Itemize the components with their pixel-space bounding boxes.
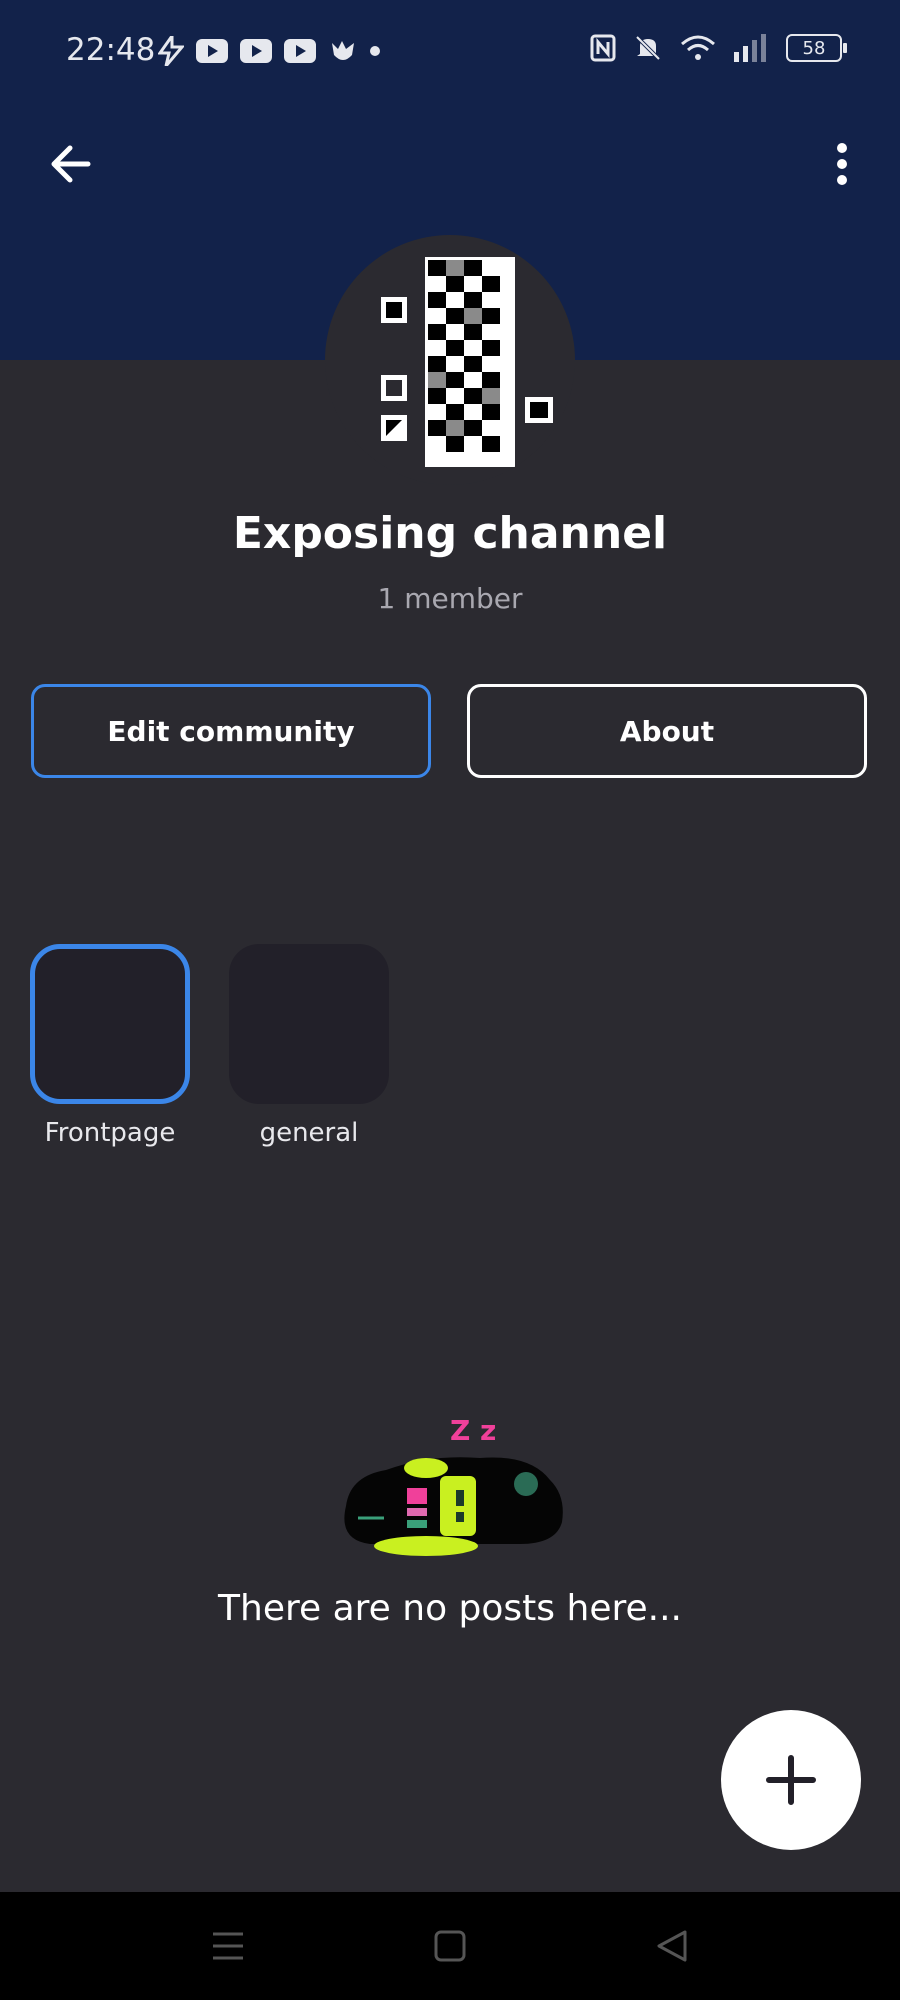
menu-icon bbox=[213, 1932, 243, 1960]
create-post-button[interactable] bbox=[721, 1710, 861, 1850]
dot-icon bbox=[370, 46, 380, 56]
home-button[interactable] bbox=[422, 1918, 478, 1974]
youtube-icon bbox=[196, 39, 228, 63]
home-square-icon bbox=[434, 1930, 466, 1962]
back-nav-button[interactable] bbox=[644, 1918, 700, 1974]
about-button[interactable]: About bbox=[467, 684, 867, 778]
youtube-icon bbox=[284, 39, 316, 63]
sleeping-creature-illustration: Z z bbox=[344, 1414, 563, 1556]
plus-icon bbox=[766, 1755, 816, 1805]
back-button[interactable] bbox=[40, 134, 100, 194]
system-navigation-bar bbox=[0, 1892, 900, 2000]
flash-icon bbox=[158, 36, 184, 66]
edit-community-button[interactable]: Edit community bbox=[31, 684, 431, 778]
signal-icon bbox=[734, 34, 766, 62]
bird-icon bbox=[332, 41, 354, 60]
back-triangle-icon bbox=[657, 1930, 687, 1962]
status-bar: 22:48 58 bbox=[0, 0, 900, 104]
channel-label: general bbox=[259, 1118, 359, 1148]
more-vert-icon bbox=[837, 143, 847, 185]
mute-icon bbox=[635, 35, 661, 61]
sleep-zz-text: Z z bbox=[450, 1414, 496, 1447]
status-time: 22:48 bbox=[66, 32, 156, 68]
channel-label: Frontpage bbox=[44, 1118, 176, 1148]
avatar-pixel-art bbox=[381, 257, 553, 467]
channel-frontpage[interactable]: Frontpage bbox=[30, 944, 190, 1148]
community-title: Exposing channel bbox=[232, 508, 668, 559]
battery-icon: 58 bbox=[786, 34, 847, 62]
recent-apps-button[interactable] bbox=[200, 1918, 256, 1974]
member-count: 1 member bbox=[377, 582, 523, 615]
community-avatar bbox=[325, 235, 575, 485]
nfc-icon bbox=[590, 34, 616, 62]
wifi-icon bbox=[681, 35, 715, 60]
youtube-icon bbox=[240, 39, 272, 63]
channel-tile-selected[interactable] bbox=[30, 944, 190, 1104]
system-icons: 58 bbox=[590, 34, 847, 62]
more-options-button[interactable] bbox=[812, 134, 872, 194]
notification-icons bbox=[158, 36, 380, 66]
channel-tile[interactable] bbox=[229, 944, 389, 1104]
empty-state-message: There are no posts here... bbox=[218, 1588, 682, 1629]
arrow-left-icon bbox=[51, 145, 91, 183]
channel-general[interactable]: general bbox=[229, 944, 389, 1148]
